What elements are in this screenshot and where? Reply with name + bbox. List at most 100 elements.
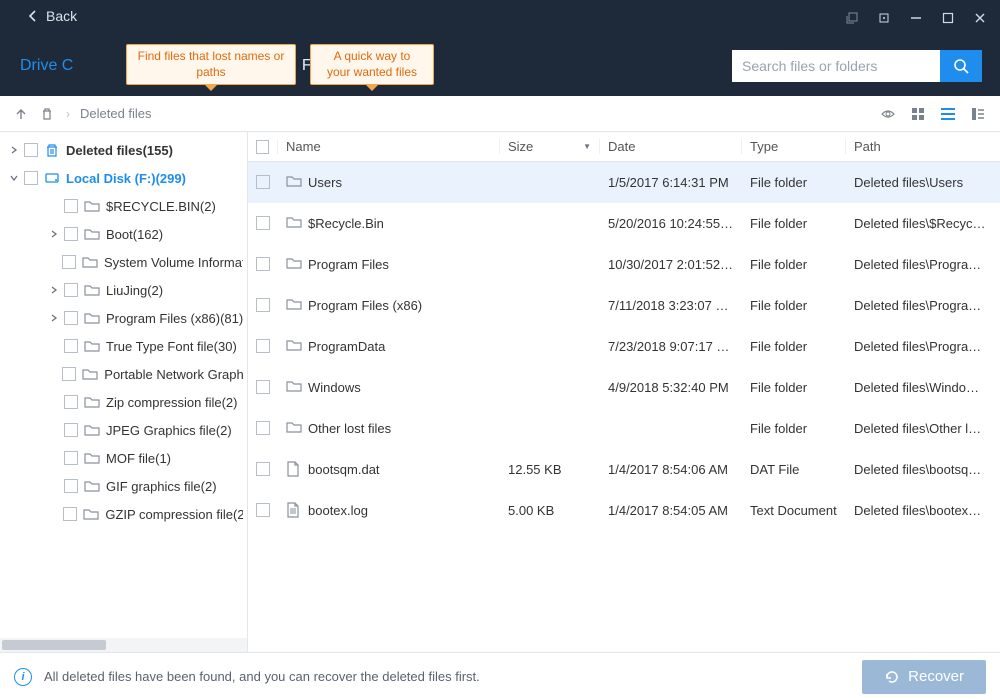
file-row[interactable]: Windows4/9/2018 5:32:40 PMFile folderDel… xyxy=(248,367,1000,408)
tree-checkbox[interactable] xyxy=(62,255,76,269)
tree-checkbox[interactable] xyxy=(64,451,78,465)
file-date: 1/4/2017 8:54:05 AM xyxy=(600,503,742,518)
view-grid-icon[interactable] xyxy=(908,104,928,124)
folder-icon xyxy=(84,338,100,354)
tab-drive[interactable]: Drive C xyxy=(0,36,113,96)
back-label: Back xyxy=(46,8,77,24)
window-restore-icon[interactable] xyxy=(868,4,900,32)
file-row[interactable]: Program Files (x86)7/11/2018 3:23:07 …Fi… xyxy=(248,285,1000,326)
tree-expander-icon[interactable] xyxy=(6,174,22,182)
file-name: Users xyxy=(308,175,342,190)
trash-toolbar-icon[interactable] xyxy=(38,105,56,123)
file-size: 12.55 KB xyxy=(500,462,600,477)
row-checkbox[interactable] xyxy=(256,503,270,517)
file-type: File folder xyxy=(742,339,846,354)
file-row[interactable]: ProgramData7/23/2018 9:07:17 …File folde… xyxy=(248,326,1000,367)
window-maximize-icon[interactable] xyxy=(932,4,964,32)
breadcrumb-bar: › Deleted files xyxy=(0,96,1000,132)
footer: i All deleted files have been found, and… xyxy=(0,652,1000,700)
tree-checkbox[interactable] xyxy=(63,507,77,521)
row-checkbox[interactable] xyxy=(256,175,270,189)
window-settings-icon[interactable] xyxy=(836,4,868,32)
tree-item[interactable]: True Type Font file(30) xyxy=(0,332,247,360)
nav-up-icon[interactable] xyxy=(12,105,30,123)
tree-checkbox[interactable] xyxy=(64,395,78,409)
file-row[interactable]: bootsqm.dat12.55 KB1/4/2017 8:54:06 AMDA… xyxy=(248,449,1000,490)
tree-item[interactable]: Portable Network Graphics xyxy=(0,360,247,388)
file-path: Deleted files\Progra… xyxy=(846,339,1000,354)
column-type[interactable]: Type xyxy=(742,139,846,154)
window-minimize-icon[interactable] xyxy=(900,4,932,32)
tree-expander-icon[interactable] xyxy=(6,146,22,154)
column-size[interactable]: Size▼ xyxy=(500,139,600,154)
tree-item-label: MOF file(1) xyxy=(106,451,171,466)
tree-checkbox[interactable] xyxy=(24,171,38,185)
tree-checkbox[interactable] xyxy=(62,367,76,381)
view-preview-icon[interactable] xyxy=(878,104,898,124)
column-name[interactable]: Name xyxy=(278,139,500,154)
recover-button[interactable]: Recover xyxy=(862,660,986,694)
row-checkbox[interactable] xyxy=(256,421,270,435)
tree-item[interactable]: Program Files (x86)(81) xyxy=(0,304,247,332)
sidebar-scrollbar[interactable] xyxy=(0,638,247,652)
search-icon xyxy=(953,58,969,74)
file-name: Other lost files xyxy=(308,421,391,436)
tree-checkbox[interactable] xyxy=(64,283,78,297)
search-button[interactable] xyxy=(940,50,982,82)
tree-item[interactable]: System Volume Information xyxy=(0,248,247,276)
row-checkbox[interactable] xyxy=(256,462,270,476)
file-date: 1/4/2017 8:54:06 AM xyxy=(600,462,742,477)
folder-icon xyxy=(84,310,100,326)
sort-desc-icon: ▼ xyxy=(583,142,591,151)
tree-item[interactable]: Zip compression file(2) xyxy=(0,388,247,416)
tree-item[interactable]: Boot(162) xyxy=(0,220,247,248)
row-checkbox[interactable] xyxy=(256,339,270,353)
row-checkbox[interactable] xyxy=(256,216,270,230)
file-date: 4/9/2018 5:32:40 PM xyxy=(600,380,742,395)
window-close-icon[interactable] xyxy=(964,4,996,32)
tree-expander-icon[interactable] xyxy=(46,286,62,294)
file-path: Deleted files\Users xyxy=(846,175,1000,190)
file-row[interactable]: bootex.log5.00 KB1/4/2017 8:54:05 AMText… xyxy=(248,490,1000,531)
back-button[interactable]: Back xyxy=(28,8,77,24)
file-type: File folder xyxy=(742,257,846,272)
tree-checkbox[interactable] xyxy=(64,339,78,353)
tree-item[interactable]: MOF file(1) xyxy=(0,444,247,472)
tree-item[interactable]: GIF graphics file(2) xyxy=(0,472,247,500)
row-checkbox[interactable] xyxy=(256,298,270,312)
file-row[interactable]: Program Files10/30/2017 2:01:52…File fol… xyxy=(248,244,1000,285)
tree-expander-icon[interactable] xyxy=(46,314,62,322)
column-date[interactable]: Date xyxy=(600,139,742,154)
tree-item[interactable]: Deleted files(155) xyxy=(0,136,247,164)
tree-checkbox[interactable] xyxy=(64,479,78,493)
folder-icon xyxy=(286,338,302,354)
tree-item-label: Boot(162) xyxy=(106,227,163,242)
tree-checkbox[interactable] xyxy=(24,143,38,157)
folder-icon xyxy=(84,394,100,410)
select-all-checkbox[interactable] xyxy=(248,140,278,154)
row-checkbox[interactable] xyxy=(256,380,270,394)
tree-expander-icon[interactable] xyxy=(46,230,62,238)
view-detail-icon[interactable] xyxy=(968,104,988,124)
file-row[interactable]: $Recycle.Bin5/20/2016 10:24:55…File fold… xyxy=(248,203,1000,244)
breadcrumb-current[interactable]: Deleted files xyxy=(80,106,152,121)
file-row[interactable]: Users1/5/2017 6:14:31 PMFile folderDelet… xyxy=(248,162,1000,203)
file-path: Deleted files\Windo… xyxy=(846,380,1000,395)
tree-checkbox[interactable] xyxy=(64,227,78,241)
tree-item[interactable]: Local Disk (F:)(299) xyxy=(0,164,247,192)
tree-checkbox[interactable] xyxy=(64,311,78,325)
tooltip-filter: A quick way to your wanted files xyxy=(310,44,434,85)
view-list-icon[interactable] xyxy=(938,104,958,124)
tree-item[interactable]: LiuJing(2) xyxy=(0,276,247,304)
tree-checkbox[interactable] xyxy=(64,423,78,437)
tree-item[interactable]: GZIP compression file(2) xyxy=(0,500,247,528)
search-input[interactable] xyxy=(732,50,940,82)
tree-item[interactable]: $RECYCLE.BIN(2) xyxy=(0,192,247,220)
tree-item[interactable]: JPEG Graphics file(2) xyxy=(0,416,247,444)
column-path[interactable]: Path xyxy=(846,139,1000,154)
file-row[interactable]: Other lost filesFile folderDeleted files… xyxy=(248,408,1000,449)
tree-checkbox[interactable] xyxy=(64,199,78,213)
tree-item-label: Zip compression file(2) xyxy=(106,395,238,410)
row-checkbox[interactable] xyxy=(256,257,270,271)
back-chevron-icon xyxy=(28,10,38,22)
